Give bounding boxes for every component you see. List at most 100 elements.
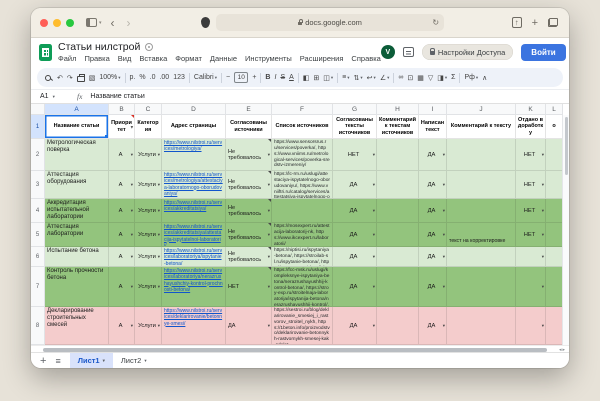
cell-J8[interactable] <box>447 307 516 345</box>
cell-B5[interactable]: А▾ <box>109 223 135 247</box>
row-header-1[interactable]: 1 <box>31 115 45 139</box>
dropdown-arrow-icon[interactable]: ▾ <box>542 152 544 158</box>
cell-G5[interactable]: ДА▾ <box>333 223 377 247</box>
forward-button[interactable]: › <box>124 18 134 28</box>
cell-D5[interactable]: https://www.nilstroi.ru/services/akkredi… <box>162 223 226 247</box>
cell-L4[interactable] <box>546 199 563 223</box>
insert-link-icon[interactable]: ∞ <box>398 74 403 81</box>
cell-D7[interactable]: https://www.nilstroi.ru/services/laborat… <box>162 267 226 307</box>
back-button[interactable]: ‹ <box>108 18 118 28</box>
column-header-E[interactable]: E <box>226 104 272 115</box>
cell-H6[interactable] <box>377 247 419 267</box>
cell-A1[interactable]: Название статьи <box>45 115 109 139</box>
all-sheets-button[interactable]: ≡ <box>55 356 60 366</box>
column-header-H[interactable]: H <box>377 104 419 115</box>
cell-B6[interactable]: А▾ <box>109 247 135 267</box>
dropdown-arrow-icon[interactable]: ▾ <box>158 323 160 329</box>
row-header-7[interactable]: 7 <box>31 267 45 307</box>
cell-H4[interactable] <box>377 199 419 223</box>
dropdown-arrow-icon[interactable]: ▾ <box>158 232 160 238</box>
cell-F3[interactable]: https://lc-rm.ru/uslugi/attestaciya-ispy… <box>272 171 333 199</box>
cell-K4[interactable]: НЕТ▾ <box>516 199 546 223</box>
cell-G2[interactable]: НЕТ▾ <box>333 139 377 171</box>
menu-item-6[interactable]: Инструменты <box>245 54 292 63</box>
cell-J4[interactable] <box>447 199 516 223</box>
cell-J7[interactable] <box>447 267 516 307</box>
cell-I8[interactable]: ДА▾ <box>419 307 447 345</box>
dropdown-arrow-icon[interactable]: ▾ <box>158 254 160 260</box>
collapse-toolbar-icon[interactable]: ∧ <box>482 74 487 82</box>
cell-L1[interactable]: о <box>546 115 563 139</box>
input-tools-icon[interactable]: Рф▾ <box>464 74 478 81</box>
cell-C3[interactable]: Услуги▾ <box>135 171 162 199</box>
cell-G6[interactable]: ДА▾ <box>333 247 377 267</box>
dropdown-arrow-icon[interactable]: ▾ <box>268 152 270 158</box>
select-all-corner[interactable] <box>31 104 45 115</box>
menu-item-0[interactable]: Файл <box>58 54 76 63</box>
cell-K7[interactable]: ▾ <box>516 267 546 307</box>
dropdown-arrow-icon[interactable]: ▾ <box>131 254 133 260</box>
cell-L5[interactable] <box>546 223 563 247</box>
cell-B1[interactable]: Приоритет▾ <box>109 115 135 139</box>
cell-I1[interactable]: Написан текст <box>419 115 447 139</box>
cell-C6[interactable]: Услуги▾ <box>135 247 162 267</box>
dropdown-arrow-icon[interactable]: ▾ <box>268 323 270 329</box>
sidebar-button[interactable]: ▾ <box>86 18 102 27</box>
borders-icon[interactable]: ⊞ <box>313 74 319 82</box>
font-size-box[interactable]: 10 <box>234 72 248 83</box>
horizontal-scrollbar-track[interactable]: ◂▸ <box>31 345 569 352</box>
cell-L2[interactable] <box>546 139 563 171</box>
cell-L6[interactable] <box>546 247 563 267</box>
search-icon[interactable] <box>45 75 53 81</box>
dropdown-arrow-icon[interactable]: ▾ <box>268 232 270 238</box>
minimize-button[interactable] <box>53 19 61 27</box>
dropdown-arrow-icon[interactable]: ▾ <box>131 284 133 290</box>
dropdown-arrow-icon[interactable]: ▾ <box>373 182 375 188</box>
dropdown-arrow-icon[interactable]: ▾ <box>443 182 445 188</box>
menu-item-1[interactable]: Правка <box>84 54 109 63</box>
dropdown-arrow-icon[interactable]: ▾ <box>373 232 375 238</box>
cell-F4[interactable] <box>272 199 333 223</box>
cell-L8[interactable] <box>546 307 563 345</box>
cell-D3[interactable]: https://www.nilstroi.ru/services/metrolo… <box>162 171 226 199</box>
dropdown-arrow-icon[interactable]: ▾ <box>542 182 544 188</box>
dropdown-arrow-icon[interactable]: ▾ <box>373 208 375 214</box>
dropdown-arrow-icon[interactable]: ▾ <box>131 124 133 129</box>
strikethrough-icon[interactable]: S <box>280 74 285 81</box>
sheet-tab-1[interactable]: Лист1▾ <box>70 353 113 369</box>
column-header-D[interactable]: D <box>162 104 226 115</box>
cell-K2[interactable]: НЕТ▾ <box>516 139 546 171</box>
dropdown-arrow-icon[interactable]: ▾ <box>268 284 270 290</box>
cell-E6[interactable]: Не требовалось▾ <box>226 247 272 267</box>
dropdown-arrow-icon[interactable]: ▾ <box>373 284 375 290</box>
account-avatar[interactable]: V <box>381 45 395 59</box>
functions-icon[interactable]: Σ <box>451 74 455 81</box>
cell-H7[interactable] <box>377 267 419 307</box>
cell-C5[interactable]: Услуги▾ <box>135 223 162 247</box>
cell-E7[interactable]: НЕТ▾ <box>226 267 272 307</box>
cell-A4[interactable]: Аккредитация испытательной лаборатории <box>45 199 109 223</box>
cell-C1[interactable]: Категория <box>135 115 162 139</box>
row-header-5[interactable]: 5 <box>31 223 45 247</box>
column-header-I[interactable]: I <box>419 104 447 115</box>
decrease-font-size-icon[interactable]: − <box>226 74 230 81</box>
vertical-scrollbar[interactable] <box>562 115 569 345</box>
decrease-decimals-icon[interactable]: .0 <box>150 74 156 81</box>
cell-H8[interactable] <box>377 307 419 345</box>
shield-extension-icon[interactable] <box>201 17 210 28</box>
cell-E3[interactable]: Не требовалось▾ <box>226 171 272 199</box>
doc-title[interactable]: Статьи нилстрой <box>58 41 140 53</box>
dropdown-arrow-icon[interactable]: ▾ <box>443 152 445 158</box>
dropdown-arrow-icon[interactable]: ▾ <box>158 284 160 290</box>
cell-B4[interactable]: А▾ <box>109 199 135 223</box>
column-header-B[interactable]: B <box>109 104 135 115</box>
dropdown-arrow-icon[interactable]: ▾ <box>542 208 544 214</box>
cell-B3[interactable]: А▾ <box>109 171 135 199</box>
font-select[interactable]: Calibri▾ <box>194 74 217 81</box>
cell-E2[interactable]: Не требовалось▾ <box>226 139 272 171</box>
horizontal-scrollbar-thumb[interactable] <box>43 348 547 352</box>
dropdown-arrow-icon[interactable]: ▾ <box>131 208 133 214</box>
scroll-arrows[interactable]: ◂▸ <box>559 347 566 353</box>
close-button[interactable] <box>40 19 48 27</box>
menu-item-5[interactable]: Данные <box>210 54 237 63</box>
